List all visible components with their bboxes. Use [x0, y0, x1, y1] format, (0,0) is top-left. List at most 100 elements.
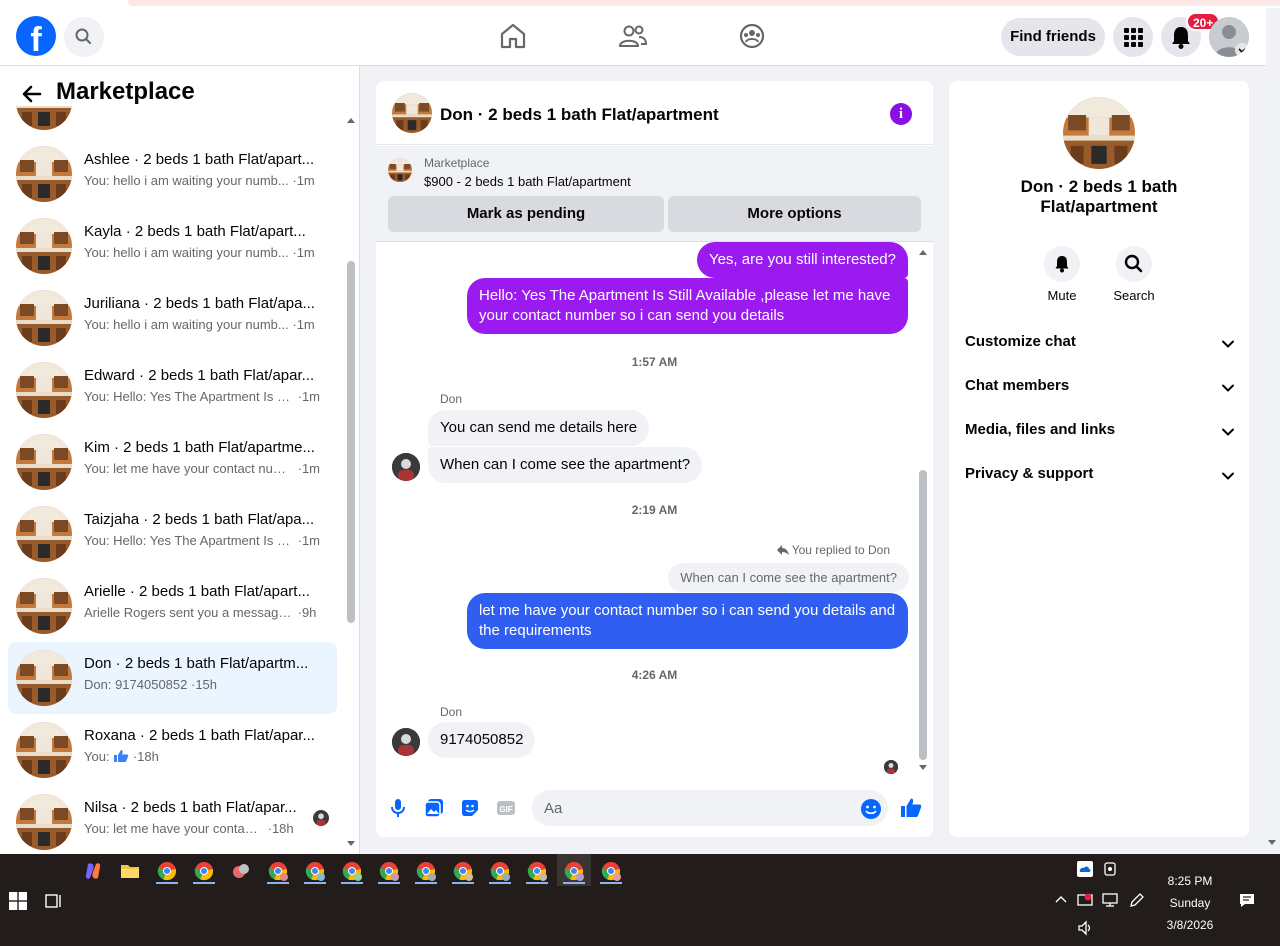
scroll-down-arrow-icon[interactable] [918, 764, 928, 772]
taskbar-clock[interactable]: 8:25 PM Sunday 3/8/2026 [1150, 870, 1230, 936]
running-indicator [489, 882, 511, 884]
groups-icon [739, 23, 765, 49]
chevron-down-icon [1222, 384, 1234, 392]
search-icon [75, 28, 91, 44]
chat-scrollbar[interactable] [919, 470, 927, 760]
notification-center-icon[interactable] [1239, 892, 1255, 908]
tray-app-icon[interactable] [1102, 861, 1118, 877]
scroll-up-arrow-icon[interactable] [346, 116, 356, 124]
chrome-profile-icon[interactable] [526, 860, 548, 882]
page-scroll-down-arrow-icon[interactable] [1267, 838, 1277, 848]
listing-thumbnail [16, 506, 72, 562]
search-button[interactable] [64, 17, 104, 57]
app-icon[interactable] [230, 860, 252, 882]
chat-avatar[interactable] [392, 93, 432, 133]
message-timestamp: 4:26 AM [631, 668, 678, 682]
volume-icon[interactable] [1077, 920, 1093, 936]
browser-top-strip [0, 0, 1280, 8]
copilot-icon[interactable] [82, 860, 104, 882]
running-indicator [600, 882, 622, 884]
conversation-item-roxana[interactable]: Roxana · 2 beds 1 bath Flat/apar... You:… [8, 714, 337, 786]
conversation-item-kim[interactable]: Kim · 2 beds 1 bath Flat/apartme... You:… [8, 426, 337, 498]
windows-taskbar: 8:25 PM Sunday 3/8/2026 [0, 854, 1280, 946]
conversation-item-don[interactable]: Don · 2 beds 1 bath Flat/apartm... Don: … [8, 642, 337, 714]
message-timestamp: 2:19 AM [631, 503, 678, 517]
scroll-up-arrow-icon[interactable] [918, 248, 928, 256]
chrome-profile-icon[interactable] [304, 860, 326, 882]
show-hidden-icons-chevron-icon[interactable] [1053, 892, 1069, 908]
windows-start-icon[interactable] [9, 892, 27, 910]
conversation-item-arielle[interactable]: Arielle · 2 beds 1 bath Flat/apart... Ar… [8, 570, 337, 642]
chrome-profile-icon[interactable] [452, 860, 474, 882]
profile-placeholder-icon [1209, 17, 1249, 57]
scroll-down-arrow-icon[interactable] [346, 840, 356, 848]
chrome-icon[interactable] [193, 860, 215, 882]
sender-avatar[interactable] [392, 453, 420, 481]
file-explorer-icon[interactable] [119, 860, 141, 882]
customize-chat-section[interactable]: Customize chat [965, 333, 1235, 357]
conversation-item-edward[interactable]: Edward · 2 beds 1 bath Flat/apar... You:… [8, 354, 337, 426]
listing-thumbnail[interactable] [388, 158, 412, 182]
quoted-message[interactable]: When can I come see the apartment? [668, 563, 909, 592]
running-indicator [304, 882, 326, 884]
conversation-details-panel: Don · 2 beds 1 bath Flat/apartment Mute … [949, 81, 1249, 837]
like-thumbs-up-icon[interactable] [899, 796, 923, 820]
chrome-profile-icon[interactable] [267, 860, 289, 882]
facebook-logo[interactable]: f [16, 16, 56, 56]
privacy-support-section[interactable]: Privacy & support [965, 465, 1235, 489]
chat-title[interactable]: Don · 2 beds 1 bath Flat/apartment [440, 105, 719, 125]
chrome-profile-icon[interactable] [489, 860, 511, 882]
photo-icon[interactable] [423, 797, 445, 819]
network-icon[interactable] [1102, 892, 1118, 908]
media-files-links-section[interactable]: Media, files and links [965, 421, 1235, 445]
back-arrow-icon[interactable] [20, 82, 44, 106]
chrome-profile-icon[interactable] [341, 860, 363, 882]
conversation-item-taizjaha[interactable]: Taizjaha · 2 beds 1 bath Flat/apa... You… [8, 498, 337, 570]
listing-thumbnail [16, 218, 72, 274]
account-avatar[interactable] [1209, 17, 1249, 57]
conversation-snippet: You: Hello: Yes The Apartment Is St... ·… [84, 533, 321, 548]
search-conversation-button[interactable]: Search [1104, 246, 1164, 303]
microphone-icon[interactable] [387, 797, 409, 819]
security-alert-icon[interactable] [1077, 892, 1093, 908]
chrome-profile-icon[interactable] [415, 860, 437, 882]
conversation-item-juriliana[interactable]: Juriliana · 2 beds 1 bath Flat/apa... Yo… [8, 282, 337, 354]
gif-icon[interactable]: GIF [495, 797, 517, 819]
sidebar-title: Marketplace [56, 78, 195, 105]
sticker-icon[interactable] [459, 797, 481, 819]
clock-time: 8:25 PM [1167, 874, 1213, 888]
mute-button[interactable]: Mute [1032, 246, 1092, 303]
chrome-profile-icon[interactable] [600, 860, 622, 882]
groups-nav-button[interactable] [736, 20, 768, 52]
info-icon[interactable]: i [890, 103, 912, 125]
mark-as-pending-button[interactable]: Mark as pending [388, 196, 664, 232]
friends-nav-button[interactable] [617, 20, 649, 52]
find-friends-button[interactable]: Find friends [1001, 18, 1105, 56]
listing-price-title[interactable]: $900 - 2 beds 1 bath Flat/apartment [424, 174, 631, 189]
conversation-item-ashlee[interactable]: Ashlee · 2 beds 1 bath Flat/apart... You… [8, 138, 337, 210]
more-options-button[interactable]: More options [668, 196, 921, 232]
home-nav-button[interactable] [497, 20, 529, 52]
sender-avatar[interactable] [392, 728, 420, 756]
menu-button[interactable] [1113, 17, 1153, 57]
conversation-name: Taizjaha · 2 beds 1 bath Flat/apa... [84, 511, 315, 528]
conversation-item-partial[interactable] [8, 106, 337, 138]
conversation-item-kayla[interactable]: Kayla · 2 beds 1 bath Flat/apart... You:… [8, 210, 337, 282]
chrome-icon[interactable] [156, 860, 178, 882]
chrome-profile-icon[interactable] [563, 860, 585, 882]
conversation-avatar[interactable] [1063, 97, 1135, 169]
sidebar-scrollbar[interactable] [347, 261, 355, 623]
incoming-message: You can send me details here [428, 410, 650, 446]
message-input[interactable] [532, 790, 888, 826]
conversation-snippet: You: Hello: Yes The Apartment Is St... ·… [84, 389, 321, 404]
conversation-item-nilsa[interactable]: Nilsa · 2 beds 1 bath Flat/apar... You: … [8, 786, 337, 850]
seen-avatar [313, 810, 329, 826]
clock-day: Sunday [1169, 896, 1211, 910]
task-view-icon[interactable] [45, 892, 63, 910]
emoji-icon[interactable] [860, 798, 882, 820]
chat-members-section[interactable]: Chat members [965, 377, 1235, 401]
onedrive-icon[interactable] [1077, 861, 1093, 877]
pen-icon[interactable] [1129, 892, 1145, 908]
chrome-profile-icon[interactable] [378, 860, 400, 882]
top-navigation-bar: f Find friends 20+ [0, 8, 1266, 66]
